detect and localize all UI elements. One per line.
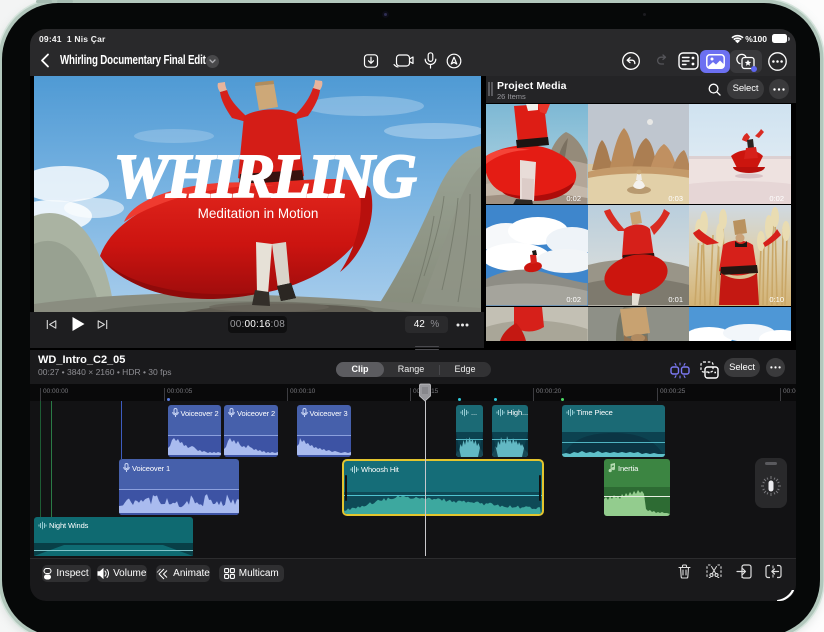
svg-text:0:03: 0:03: [668, 194, 683, 203]
svg-text:0:02: 0:02: [770, 194, 785, 203]
svg-text:WHIRLING: WHIRLING: [113, 143, 416, 211]
svg-text:0:02: 0:02: [566, 295, 581, 304]
svg-text:0:10: 0:10: [770, 295, 785, 304]
svg-text:Meditation in Motion: Meditation in Motion: [197, 206, 318, 221]
svg-text:0:02: 0:02: [566, 194, 581, 203]
svg-text:0:01: 0:01: [668, 295, 683, 304]
